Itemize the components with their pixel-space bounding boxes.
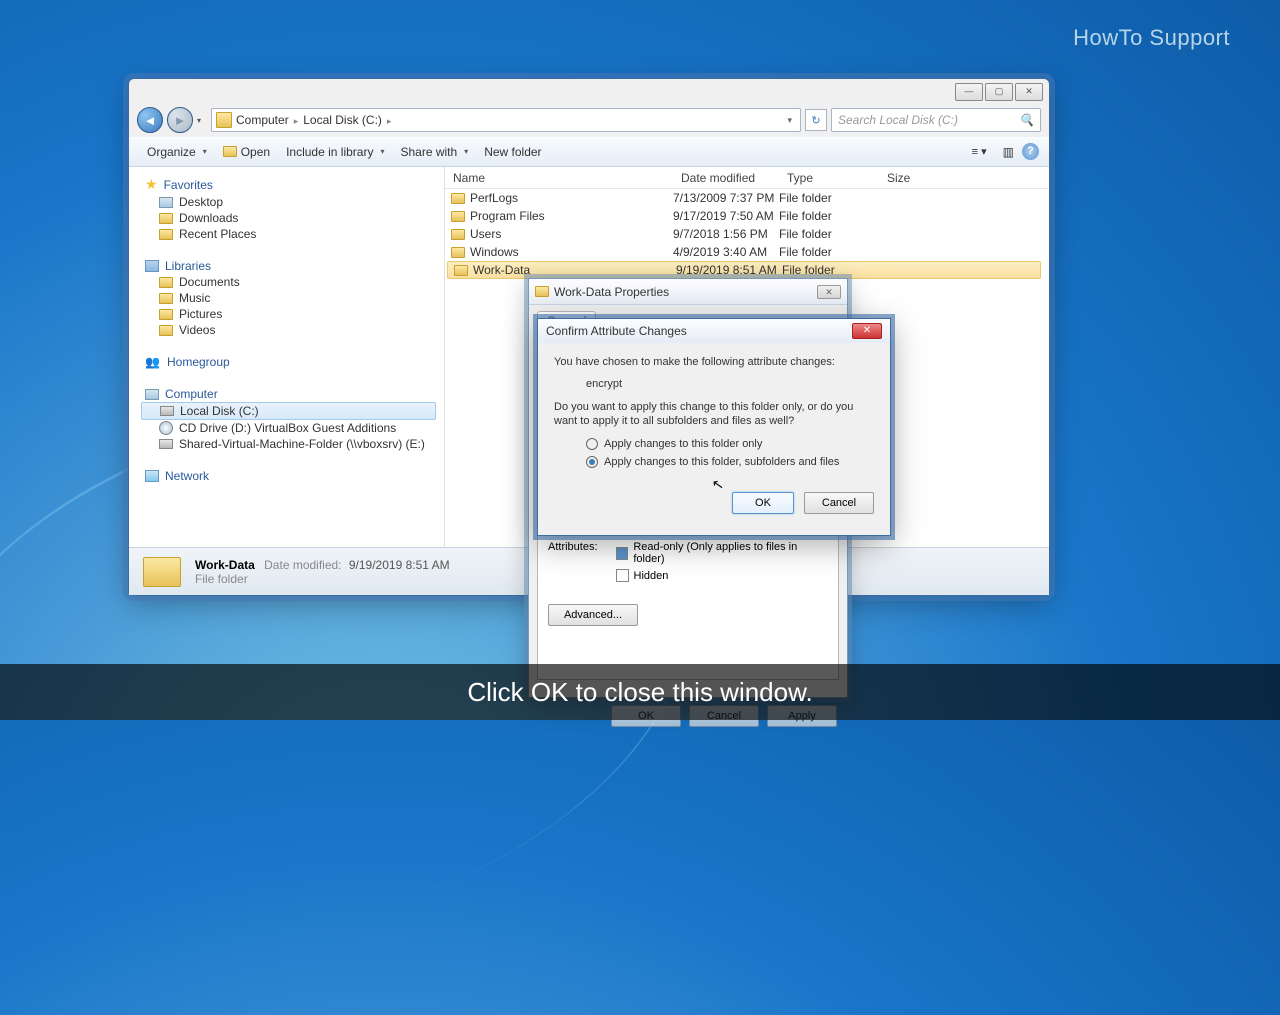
column-size[interactable]: Size [879, 171, 939, 185]
status-name: Work-Data [195, 558, 255, 572]
minimize-button[interactable]: — [955, 83, 983, 101]
folder-icon [223, 146, 237, 157]
sidebar-item-local-disk[interactable]: Local Disk (C:) [141, 402, 436, 420]
crumb-root[interactable]: Computer [236, 113, 303, 127]
include-library-menu[interactable]: Include in library [278, 142, 392, 162]
sidebar-libraries-head[interactable]: Libraries [141, 258, 444, 274]
confirm-text-2: Do you want to apply this change to this… [554, 400, 874, 429]
open-button[interactable]: Open [215, 142, 278, 162]
table-row[interactable]: Users9/7/2018 1:56 PMFile folder [445, 225, 1049, 243]
radio-folder-subfolders[interactable]: Apply changes to this folder, subfolders… [586, 456, 874, 468]
sidebar-item-videos[interactable]: Videos [141, 322, 444, 338]
nav-history-drop[interactable]: ▾ [197, 116, 207, 125]
sidebar-item-desktop[interactable]: Desktop [141, 194, 444, 210]
advanced-button[interactable]: Advanced... [548, 604, 638, 626]
status-type: File folder [195, 572, 450, 586]
preview-pane-button[interactable]: ▥ [995, 142, 1022, 162]
folder-icon [535, 286, 549, 297]
documents-icon [159, 277, 173, 288]
search-icon: 🔍 [1019, 113, 1034, 127]
crumb-drive[interactable]: Local Disk (C:) [303, 113, 396, 127]
sidebar: ★Favorites Desktop Downloads Recent Plac… [129, 167, 445, 547]
breadcrumb[interactable]: Computer Local Disk (C:) ▾ [211, 108, 801, 132]
table-row[interactable]: Program Files9/17/2019 7:50 AMFile folde… [445, 207, 1049, 225]
folder-icon [451, 229, 465, 240]
close-button[interactable]: ✕ [1015, 83, 1043, 101]
sidebar-item-pictures[interactable]: Pictures [141, 306, 444, 322]
music-icon [159, 293, 173, 304]
sidebar-item-recent[interactable]: Recent Places [141, 226, 444, 242]
properties-close-button[interactable]: ✕ [817, 285, 841, 299]
subtitle: Click OK to close this window. [0, 664, 1280, 720]
search-input[interactable]: Search Local Disk (C:) 🔍 [831, 108, 1041, 132]
sidebar-item-music[interactable]: Music [141, 290, 444, 306]
checkbox-icon [616, 569, 629, 582]
refresh-button[interactable]: ↻ [805, 109, 827, 131]
sidebar-network[interactable]: Network [141, 468, 444, 484]
chevron-down-icon[interactable]: ▾ [787, 115, 796, 126]
radio-folder-only[interactable]: Apply changes to this folder only [586, 438, 874, 450]
status-date-label: Date modified: [264, 558, 341, 572]
star-icon: ★ [145, 176, 158, 193]
search-placeholder: Search Local Disk (C:) [838, 113, 958, 127]
drive-icon [160, 406, 174, 416]
back-button[interactable]: ◄ [137, 107, 163, 133]
recent-icon [159, 229, 173, 240]
checkbox-icon [616, 547, 629, 560]
radio-icon [586, 456, 598, 468]
view-menu[interactable]: ≡ ▾ [964, 142, 995, 161]
forward-button[interactable]: ► [167, 107, 193, 133]
folder-icon [451, 193, 465, 204]
confirm-cancel-button[interactable]: Cancel [804, 492, 874, 514]
folder-icon [143, 557, 181, 587]
network-drive-icon [159, 439, 173, 449]
sidebar-homegroup[interactable]: 👥Homegroup [141, 354, 444, 370]
hidden-checkbox[interactable]: Hidden [616, 569, 828, 582]
confirm-ok-button[interactable]: OK [732, 492, 794, 514]
desktop-icon [159, 197, 173, 208]
confirm-text-1: You have chosen to make the following at… [554, 355, 874, 369]
maximize-button[interactable]: ▢ [985, 83, 1013, 101]
sidebar-item-cd-drive[interactable]: CD Drive (D:) VirtualBox Guest Additions [141, 420, 444, 436]
libraries-icon [145, 260, 159, 272]
downloads-icon [159, 213, 173, 224]
readonly-checkbox[interactable]: Read-only (Only applies to files in fold… [616, 541, 828, 565]
sidebar-item-documents[interactable]: Documents [141, 274, 444, 290]
computer-icon [216, 112, 232, 128]
confirm-change: encrypt [554, 377, 874, 391]
help-icon[interactable]: ? [1022, 143, 1039, 160]
organize-menu[interactable]: Organize [139, 142, 215, 162]
videos-icon [159, 325, 173, 336]
confirm-dialog: Confirm Attribute Changes ✕ You have cho… [537, 318, 891, 536]
confirm-close-button[interactable]: ✕ [852, 323, 882, 339]
computer-icon [145, 389, 159, 400]
column-name[interactable]: Name [445, 171, 673, 185]
network-icon [145, 470, 159, 482]
pictures-icon [159, 309, 173, 320]
radio-icon [586, 438, 598, 450]
folder-icon [451, 247, 465, 258]
new-folder-button[interactable]: New folder [476, 142, 549, 162]
watermark: HowTo Support [1073, 25, 1230, 51]
toolbar: Organize Open Include in library Share w… [129, 137, 1049, 167]
folder-icon [451, 211, 465, 222]
properties-title: Work-Data Properties [554, 285, 669, 299]
status-date: 9/19/2019 8:51 AM [349, 558, 450, 572]
sidebar-item-downloads[interactable]: Downloads [141, 210, 444, 226]
cd-icon [159, 421, 173, 435]
homegroup-icon: 👥 [145, 355, 161, 369]
column-type[interactable]: Type [779, 171, 879, 185]
table-row[interactable]: PerfLogs7/13/2009 7:37 PMFile folder [445, 189, 1049, 207]
table-row[interactable]: Work-Data9/19/2019 8:51 AMFile folder [447, 261, 1041, 279]
sidebar-item-shared-folder[interactable]: Shared-Virtual-Machine-Folder (\\vboxsrv… [141, 436, 444, 452]
column-date[interactable]: Date modified [673, 171, 779, 185]
sidebar-favorites-head[interactable]: ★Favorites [141, 175, 444, 194]
table-row[interactable]: Windows4/9/2019 3:40 AMFile folder [445, 243, 1049, 261]
share-with-menu[interactable]: Share with [392, 142, 476, 162]
sidebar-computer-head[interactable]: Computer [141, 386, 444, 402]
confirm-title: Confirm Attribute Changes [546, 324, 687, 338]
attributes-label: Attributes: [548, 541, 598, 553]
folder-icon [454, 265, 468, 276]
